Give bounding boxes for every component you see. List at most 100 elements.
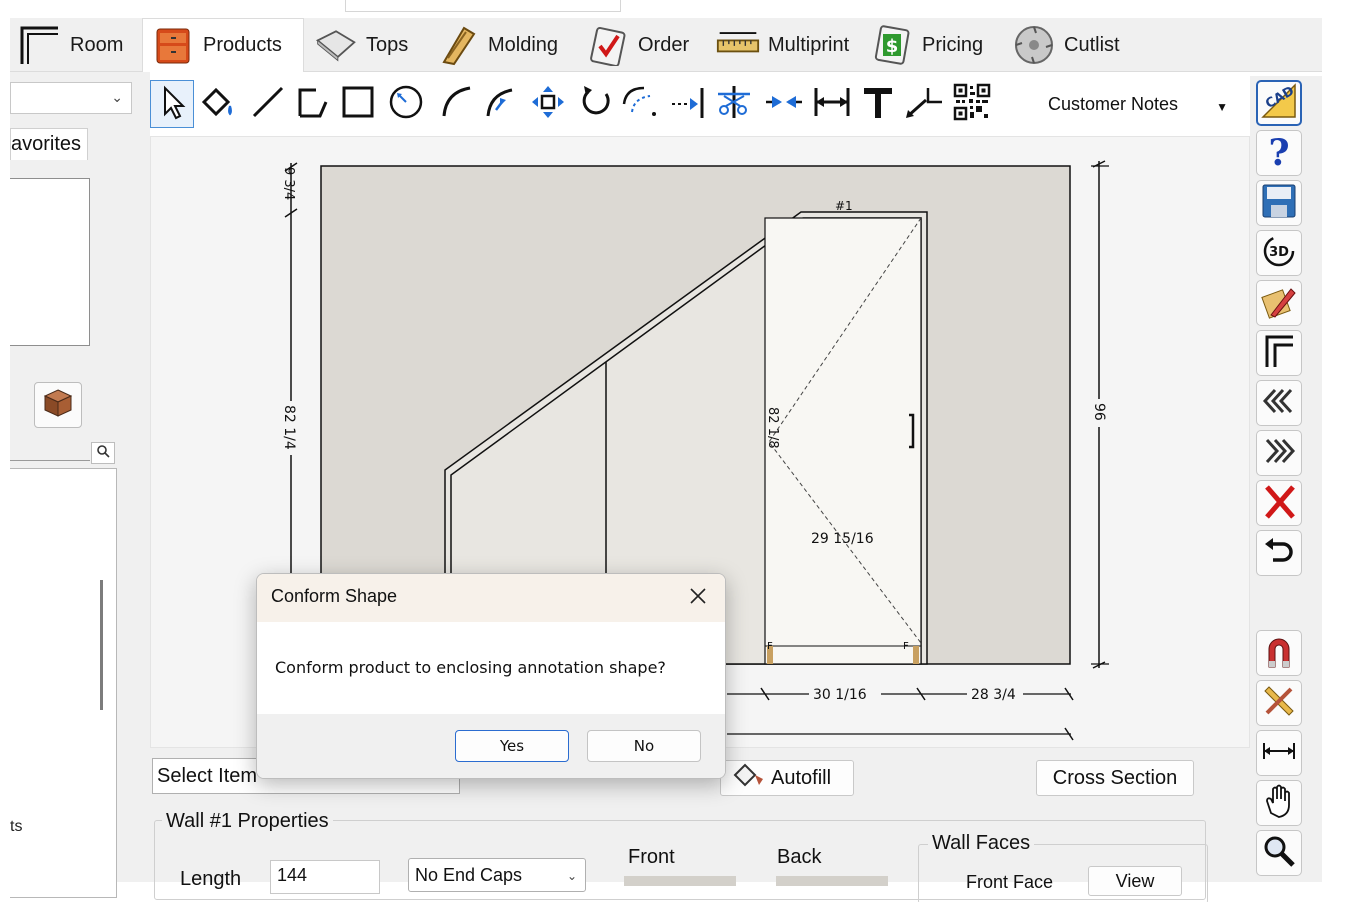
tab-cutlist[interactable]: Cutlist <box>1004 20 1128 70</box>
search-button[interactable] <box>91 442 115 464</box>
rectangle-tool[interactable] <box>336 80 380 128</box>
left-bottom-label: ts <box>10 818 23 835</box>
circle-tool[interactable] <box>384 80 428 128</box>
text-tool[interactable] <box>856 80 900 128</box>
corner-mark-left: F <box>767 641 773 652</box>
wall-corner-icon <box>1261 333 1297 374</box>
tab-molding[interactable]: Molding <box>428 20 576 70</box>
tab-pricing[interactable]: $ Pricing <box>862 20 1000 70</box>
save-disk-icon <box>1261 183 1297 224</box>
chevron-down-icon: ⌄ <box>111 89 123 105</box>
polyline-tool[interactable] <box>290 80 334 128</box>
arc-tool[interactable] <box>434 80 478 128</box>
back-label: Back <box>777 846 822 868</box>
3d-view-button[interactable]: 3D <box>1256 230 1302 276</box>
back-color-swatch[interactable] <box>776 876 888 886</box>
select-arrow-icon <box>157 84 187 125</box>
view-button[interactable]: View <box>1088 866 1182 896</box>
measure-pencil-icon <box>1261 683 1297 724</box>
move-tool[interactable] <box>526 80 570 128</box>
products-cabinet-icon <box>151 25 195 67</box>
left-panel: ⌄ avorites ts <box>10 72 150 898</box>
tab-label: Tops <box>366 33 409 56</box>
front-face-label: Front Face <box>966 872 1054 892</box>
help-question-icon: ? <box>1264 132 1294 174</box>
next-button[interactable] <box>1256 430 1302 476</box>
tab-label: Cutlist <box>1064 33 1120 56</box>
dimension-tool[interactable] <box>810 80 854 128</box>
trim-tool[interactable] <box>712 80 756 128</box>
autofill-button[interactable]: Autofill <box>720 760 854 796</box>
notes-dropdown-value: Customer Notes <box>1048 94 1179 114</box>
svg-text:$: $ <box>886 36 899 57</box>
tab-room[interactable]: Room <box>10 20 140 70</box>
paint-bucket-icon <box>198 84 238 125</box>
notes-dropdown[interactable]: Customer Notes ▼ <box>1038 88 1234 122</box>
wall-properties-title: Wall #1 Properties <box>162 810 333 833</box>
zoom-icon <box>1261 833 1297 874</box>
help-button[interactable]: ? <box>1256 130 1302 176</box>
dim-inner-height: 82 1/8 <box>765 407 780 449</box>
order-clipboard-icon <box>586 24 630 66</box>
qr-code-icon <box>952 82 992 127</box>
tab-tops[interactable]: Tops <box>306 20 426 70</box>
svg-text:3D: 3D <box>1269 245 1289 260</box>
leader-tool[interactable] <box>902 80 946 128</box>
delete-button[interactable] <box>1256 480 1302 526</box>
arc-tangent-tool[interactable] <box>478 80 522 128</box>
rotate-icon <box>578 84 614 125</box>
tab-label: Pricing <box>922 33 984 56</box>
magnet-button[interactable] <box>1256 630 1302 676</box>
select-tool[interactable] <box>150 80 194 128</box>
save-button[interactable] <box>1256 180 1302 226</box>
favorites-list[interactable] <box>10 178 90 346</box>
circle-icon <box>387 83 425 126</box>
tab-order[interactable]: Order <box>578 20 706 70</box>
line-tool[interactable] <box>246 80 290 128</box>
cad-button[interactable]: CAD <box>1256 80 1302 126</box>
caret-down-icon: ▼ <box>1216 100 1228 114</box>
favorites-tab[interactable]: avorites <box>10 128 88 160</box>
tab-products[interactable]: Products <box>142 18 304 72</box>
search-input[interactable] <box>10 460 90 461</box>
rectangle-icon <box>340 84 376 125</box>
3d-view-icon: 3D <box>1261 233 1297 274</box>
offset-tool[interactable] <box>618 80 662 128</box>
tab-multiprint[interactable]: Multiprint <box>708 20 860 70</box>
paint-bucket-icon <box>731 761 767 795</box>
cube-button[interactable] <box>34 382 82 428</box>
extend-tool[interactable] <box>666 80 710 128</box>
magnet-icon <box>1261 633 1297 674</box>
cross-section-button[interactable]: Cross Section <box>1036 760 1194 796</box>
dialog-close-button[interactable] <box>683 584 713 612</box>
end-caps-dropdown[interactable]: No End Caps ⌄ <box>408 858 586 892</box>
tab-label: Molding <box>488 33 559 56</box>
wall-corner-button[interactable] <box>1256 330 1302 376</box>
tab-label: Room <box>70 33 124 56</box>
scrollbar-thumb[interactable] <box>100 580 103 710</box>
no-button[interactable]: No <box>587 730 701 762</box>
paint-tool[interactable] <box>196 80 240 128</box>
search-icon <box>96 444 110 463</box>
pan-button[interactable] <box>1256 780 1302 826</box>
join-tool[interactable] <box>762 80 806 128</box>
main-tab-bar: Room Products Tops Molding Order Multipr… <box>10 18 1322 72</box>
zoom-button[interactable] <box>1256 830 1302 876</box>
undo-button[interactable] <box>1256 530 1302 576</box>
yes-button[interactable]: Yes <box>455 730 569 762</box>
length-field[interactable]: 144 <box>270 860 380 894</box>
dim-bottom-b: 28 3/4 <box>971 687 1016 703</box>
category-dropdown[interactable]: ⌄ <box>10 82 132 114</box>
pricing-dollar-icon: $ <box>870 24 914 66</box>
previous-button[interactable] <box>1256 380 1302 426</box>
edit-button[interactable] <box>1256 280 1302 326</box>
dimension-button[interactable] <box>1256 730 1302 776</box>
previous-icon <box>1261 386 1297 421</box>
qr-code-tool[interactable] <box>950 80 994 128</box>
measure-button[interactable] <box>1256 680 1302 726</box>
front-color-swatch[interactable] <box>624 876 736 886</box>
ruler-icon <box>716 24 760 66</box>
rotate-tool[interactable] <box>574 80 618 128</box>
trim-icon <box>714 84 754 125</box>
dim-bottom-a: 30 1/16 <box>813 687 867 703</box>
